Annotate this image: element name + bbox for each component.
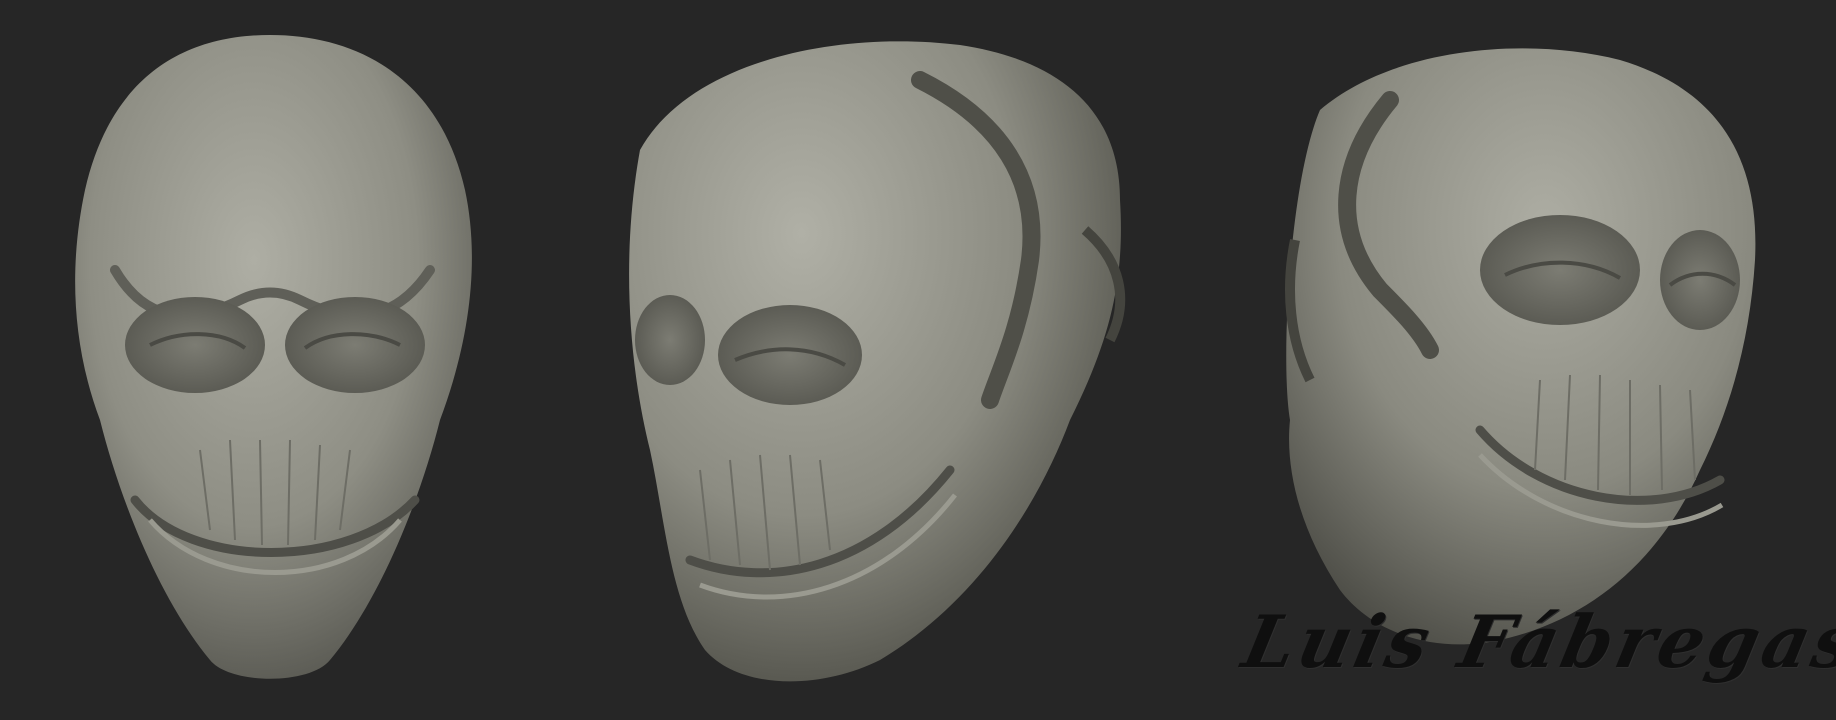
mid-right-eye xyxy=(718,305,862,405)
three-quarter-left-view xyxy=(629,41,1126,682)
mid-left-eye xyxy=(635,295,705,385)
three-quarter-right-view xyxy=(1285,48,1756,645)
render-canvas: Luis Fábregas xyxy=(0,0,1836,720)
artist-signature: Luis Fábregas xyxy=(1236,599,1836,684)
right-left-eye xyxy=(1480,215,1640,325)
front-view xyxy=(75,35,472,679)
